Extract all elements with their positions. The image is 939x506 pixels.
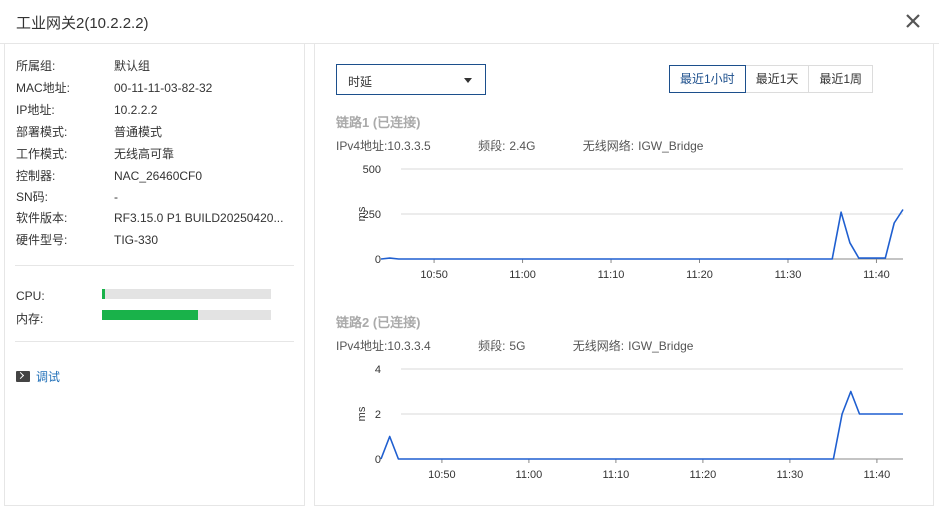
link2-ssid-label: 无线网络: <box>572 339 625 353</box>
info-value: TIG-330 <box>114 233 159 247</box>
close-icon[interactable] <box>902 10 924 32</box>
link2-ipv4: IPv4地址:10.3.3.4 <box>336 339 453 353</box>
link1-band-value: 2.4G <box>509 139 536 153</box>
memory-usage-fill <box>102 310 199 320</box>
dialog-header: 工业网关2(10.2.2.2) <box>0 0 939 44</box>
x-tick-label: 11:10 <box>598 269 625 281</box>
x-tick-label: 11:10 <box>603 469 630 481</box>
metric-select-value: 时延 <box>348 75 373 89</box>
link2-band-label: 频段: <box>478 339 506 353</box>
x-tick-label: 11:40 <box>863 269 890 281</box>
x-tick-label: 11:30 <box>775 269 802 281</box>
link2-latency-chart: ms 0 2 4 10:50 11:00 11:10 11:20 11:30 11:40 <box>356 364 903 481</box>
link2-band-value: 5G <box>509 339 526 353</box>
info-key: MAC地址: <box>16 81 71 95</box>
info-key: IP地址: <box>16 103 55 117</box>
debug-label: 调试 <box>36 369 61 384</box>
info-value: NAC_26460CF0 <box>114 169 203 183</box>
time-range-1h-button[interactable]: 最近1小时 <box>669 65 746 93</box>
link1-ipv4-label: IPv4地址: <box>336 139 388 153</box>
divider <box>15 341 294 342</box>
link1-latency-chart: ms025050010:50 11:00 11:10 11:20 11:30 11:40 <box>356 164 904 281</box>
x-tick-label: 11:20 <box>686 269 713 281</box>
dialog-title: 工业网关2(10.2.2.2) <box>16 15 149 32</box>
chevron-down-icon <box>464 78 472 83</box>
link2-ssid: 无线网络: IGW_Bridge <box>573 339 716 353</box>
info-value: 默认组 <box>114 59 151 73</box>
y-tick-label: 2 <box>375 409 381 421</box>
info-value: RF3.15.0 P1 BUILD20250420... <box>114 211 284 225</box>
link2-title: 链路2 (已连接) <box>336 315 421 330</box>
x-tick-label: 11:40 <box>864 469 891 481</box>
memory-usage-bar <box>102 310 271 320</box>
info-key: 工作模式: <box>16 147 68 161</box>
link1-band-label: 频段: <box>478 139 506 153</box>
series-line <box>380 390 903 460</box>
link2-ssid-value: IGW_Bridge <box>628 339 694 353</box>
link1-band: 频段: 2.4G <box>478 139 557 153</box>
info-value: 普通模式 <box>114 125 163 139</box>
link2-band: 频段: 5G <box>478 339 547 353</box>
info-value: 00-11-11-03-82-32 <box>114 81 213 95</box>
info-key: 部署模式: <box>16 125 68 139</box>
cpu-usage-fill <box>102 289 106 299</box>
y-tick-label: 0 <box>375 454 381 466</box>
memory-label: 内存: <box>16 312 44 326</box>
y-tick-label: 0 <box>375 254 381 266</box>
x-tick-label: 11:00 <box>516 469 543 481</box>
link1-ipv4-value: 10.3.3.5 <box>387 139 431 153</box>
info-key: 所属组: <box>16 59 56 73</box>
y-axis-label: ms <box>356 406 368 421</box>
debug-link[interactable]: 调试 <box>16 367 60 385</box>
time-range-1d-button[interactable]: 最近1天 <box>744 65 810 93</box>
link2-meta: IPv4地址:10.3.3.4 频段: 5G 无线网络: IGW_Bridge <box>336 337 737 354</box>
info-value: - <box>114 190 118 204</box>
x-tick-label: 11:30 <box>777 469 804 481</box>
terminal-icon <box>16 370 30 382</box>
info-key: SN码: <box>16 190 49 204</box>
link2-ipv4-label: IPv4地址: <box>336 339 388 353</box>
series-line <box>380 209 904 260</box>
info-key: 控制器: <box>16 169 56 183</box>
link-monitor-panel: 时延 最近1小时 最近1天 最近1周 链路1 (已连接) IPv4地址:10.3… <box>314 44 934 506</box>
time-range-group: 最近1小时 最近1天 最近1周 <box>669 65 874 93</box>
cpu-usage-bar <box>102 289 271 299</box>
y-tick-label: 500 <box>363 164 381 176</box>
y-tick-label: 250 <box>363 209 381 221</box>
time-range-1w-button[interactable]: 最近1周 <box>808 65 874 93</box>
cpu-label: CPU: <box>16 289 45 303</box>
x-tick-label: 11:20 <box>690 469 717 481</box>
link1-ssid-label: 无线网络: <box>582 139 635 153</box>
metric-select[interactable]: 时延 <box>336 64 486 95</box>
x-tick-label: 11:00 <box>509 269 536 281</box>
link2-ipv4-value: 10.3.3.4 <box>387 339 431 353</box>
link1-ssid: 无线网络: IGW_Bridge <box>583 139 726 153</box>
info-value: 10.2.2.2 <box>114 103 158 117</box>
y-tick-label: 4 <box>375 364 381 376</box>
info-value: 无线高可靠 <box>114 147 175 161</box>
link1-ssid-value: IGW_Bridge <box>638 139 704 153</box>
device-info-panel: 所属组: 默认组 MAC地址: 00-11-11-03-82-32 IP地址: … <box>4 44 305 506</box>
divider <box>15 265 294 266</box>
x-tick-label: 10:50 <box>420 269 448 281</box>
link1-meta: IPv4地址:10.3.3.5 频段: 2.4G 无线网络: IGW_Bridge <box>336 137 747 154</box>
x-tick-label: 10:50 <box>428 469 456 481</box>
link1-title: 链路1 (已连接) <box>336 115 421 130</box>
info-key: 软件版本: <box>16 211 68 225</box>
link1-ipv4: IPv4地址:10.3.3.5 <box>336 139 453 153</box>
info-key: 硬件型号: <box>16 233 68 247</box>
